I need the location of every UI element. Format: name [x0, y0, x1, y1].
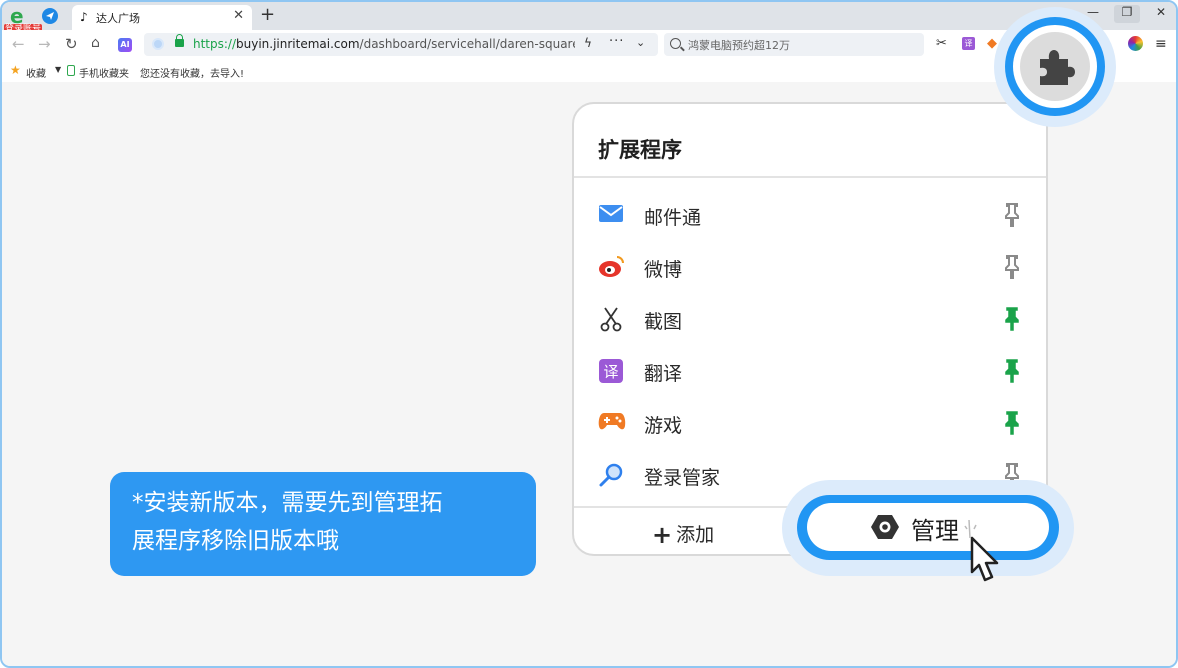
scissors-icon [598, 306, 626, 332]
chevron-down-icon[interactable]: ⌄ [636, 36, 645, 49]
svg-text:译: 译 [603, 363, 618, 381]
extension-item[interactable]: 游戏 [574, 398, 1046, 450]
extension-name: 微博 [644, 259, 683, 281]
panel-title: 扩展程序 [598, 138, 682, 162]
bookmark-mobile[interactable]: 手机收藏夹 [79, 65, 129, 80]
home-button[interactable]: ⌂ [91, 35, 100, 51]
mail-icon [598, 202, 626, 228]
pin-icon[interactable] [1002, 254, 1022, 280]
reload-button[interactable]: ↻ [65, 35, 78, 53]
tooltip-line-1: *安装新版本，需要先到管理拓 [132, 490, 443, 516]
tooltip-line-2: 展程序移除旧版本哦 [132, 528, 339, 554]
pin-icon-pinned[interactable] [1002, 410, 1022, 436]
restore-button[interactable]: ❐ [1114, 5, 1140, 23]
caret-down-icon[interactable]: ▼ [55, 65, 61, 74]
search-icon [670, 38, 681, 49]
close-window-button[interactable]: ✕ [1148, 5, 1174, 23]
add-extension-button[interactable]: + 添加 [652, 520, 714, 549]
pinned-tab-icon[interactable] [42, 8, 58, 24]
extension-item[interactable]: 译 翻译 [574, 346, 1046, 398]
extension-item[interactable]: 微博 [574, 242, 1046, 294]
address-bar[interactable]: https://buyin.jinritemai.com/dashboard/s… [144, 33, 658, 56]
instruction-tooltip: *安装新版本，需要先到管理拓 展程序移除旧版本哦 [110, 472, 536, 576]
bookmark-favorites[interactable]: 收藏 [26, 65, 46, 80]
gamepad-icon [598, 410, 626, 436]
lock-icon [175, 34, 184, 47]
puzzle-icon [1040, 50, 1075, 85]
extension-item[interactable]: 邮件通 [574, 190, 1046, 242]
more-icon[interactable]: ··· [609, 34, 624, 49]
mobile-icon [67, 65, 75, 76]
extensions-button[interactable] [1020, 32, 1090, 101]
new-tab-button[interactable]: + [260, 4, 275, 25]
tab-close-icon[interactable]: ✕ [233, 8, 244, 23]
extension-name: 游戏 [644, 415, 683, 437]
search-box[interactable]: 鸿蒙电脑预约超12万 [664, 33, 924, 56]
browser-window: e 登录账号 ♪ 达人广场 ✕ + — ❐ ✕ ← → ↻ ⌂ AI https… [0, 0, 1178, 668]
scissors-icon[interactable]: ✂ [936, 36, 947, 51]
search-query[interactable]: 鸿蒙电脑预约超12万 [688, 37, 790, 53]
extension-name: 截图 [644, 311, 683, 333]
settings-hex-icon [871, 515, 899, 539]
star-icon: ★ [10, 63, 21, 77]
translate-icon: 译 [598, 358, 626, 384]
weibo-icon [598, 254, 626, 280]
tiktok-icon: ♪ [80, 10, 88, 24]
gamepad-icon[interactable]: ◆ [987, 36, 997, 51]
extension-name: 邮件通 [644, 207, 702, 229]
extension-item[interactable]: 截图 [574, 294, 1046, 346]
pin-icon-pinned[interactable] [1002, 358, 1022, 384]
divider [574, 176, 1046, 178]
colorful-extension-icon[interactable] [1128, 36, 1143, 51]
hand-cursor-icon [964, 520, 999, 582]
translate-icon[interactable]: 译 [962, 37, 975, 50]
forward-button[interactable]: → [38, 35, 51, 53]
key-icon [598, 462, 626, 488]
tab-active[interactable]: ♪ 达人广场 ✕ [72, 5, 252, 30]
tab-bar: e 登录账号 ♪ 达人广场 ✕ + — ❐ ✕ [2, 2, 1176, 35]
tab-title: 达人广场 [96, 12, 140, 25]
site-info-icon[interactable] [152, 38, 164, 50]
plus-icon: + [652, 521, 673, 549]
extension-name: 登录管家 [644, 467, 721, 489]
back-button[interactable]: ← [12, 35, 25, 53]
extension-name: 翻译 [644, 363, 683, 385]
pin-icon[interactable] [1002, 202, 1022, 228]
ai-icon[interactable]: AI [118, 38, 132, 52]
menu-icon[interactable]: ≡ [1155, 36, 1167, 52]
lightning-icon[interactable]: ϟ [584, 36, 592, 50]
add-label: 添加 [676, 524, 715, 546]
manage-label: 管理 [911, 517, 959, 545]
url-text[interactable]: https://buyin.jinritemai.com/dashboard/s… [193, 37, 575, 51]
pin-icon-pinned[interactable] [1002, 306, 1022, 332]
bookmark-import-hint[interactable]: 您还没有收藏，去导入! [140, 65, 244, 80]
